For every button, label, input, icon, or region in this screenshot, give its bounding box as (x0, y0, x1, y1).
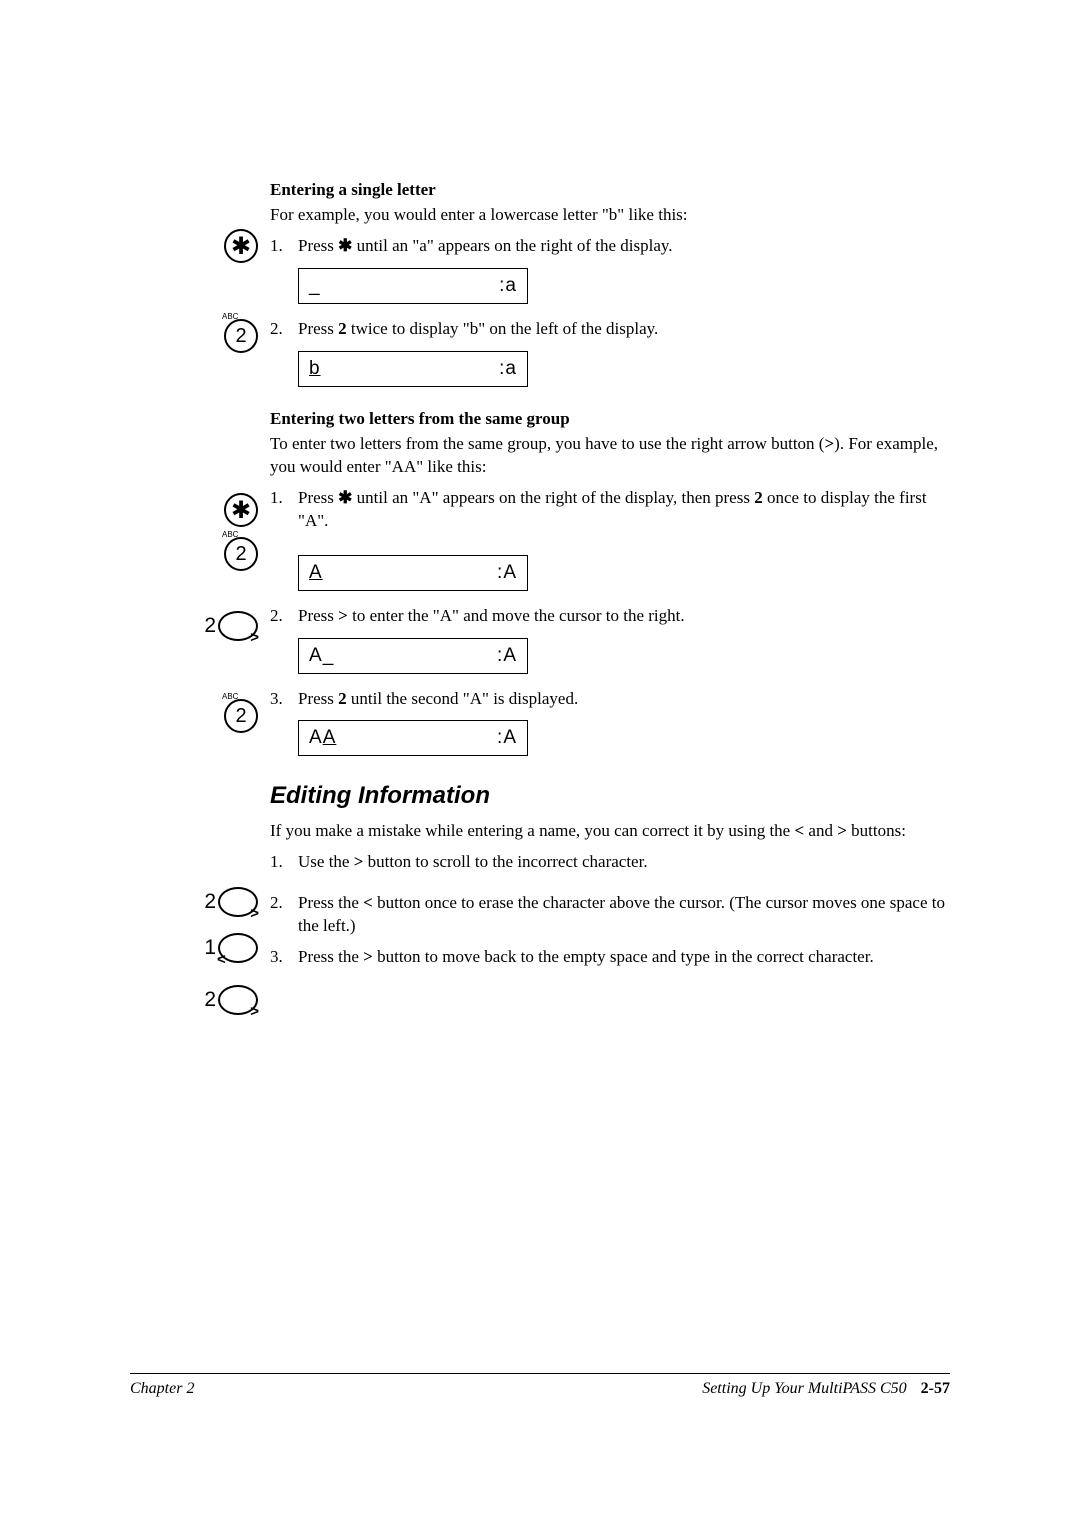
two-key-icon: ABC2 (178, 316, 258, 356)
two-key-icon: ABC2 (178, 696, 258, 736)
step: 2. Press 2 twice to display "b" on the l… (270, 318, 950, 341)
step: 1. Press ✱ until an "a" appears on the r… (270, 235, 950, 258)
two-key-icon: ABC2 (178, 534, 258, 574)
star-key-icon: ✱ (178, 490, 258, 530)
page-footer: Chapter 2 Setting Up Your MultiPASS C502… (130, 1373, 950, 1398)
intro-text: For example, you would enter a lowercase… (270, 204, 950, 227)
star-key-icon: ✱ (178, 226, 258, 266)
lcd-display: A_ :A (298, 638, 528, 674)
step: 2. Press > to enter the "A" and move the… (270, 605, 950, 628)
step: 1. Use the > button to scroll to the inc… (270, 851, 950, 874)
intro-text: If you make a mistake while entering a n… (270, 820, 950, 843)
footer-chapter: Chapter 2 (130, 1380, 194, 1398)
right-arrow-key-icon: 2 > (178, 980, 258, 1020)
step: 3. Press the > button to move back to th… (270, 946, 950, 969)
subsection-heading: Entering two letters from the same group (270, 409, 950, 429)
lcd-display: _ :a (298, 268, 528, 304)
step: 2. Press the < button once to erase the … (270, 892, 950, 938)
left-arrow-key-icon: 1 < (178, 928, 258, 968)
lcd-display: b :a (298, 351, 528, 387)
lcd-display: A :A (298, 555, 528, 591)
subsection-heading: Entering a single letter (270, 180, 950, 200)
section-title: Editing Information (270, 782, 950, 810)
lcd-display: AA :A (298, 720, 528, 756)
right-arrow-key-icon: 2 > (178, 882, 258, 922)
step: 3. Press 2 until the second "A" is displ… (270, 688, 950, 711)
intro-text: To enter two letters from the same group… (270, 433, 950, 479)
footer-title: Setting Up Your MultiPASS C502-57 (702, 1380, 950, 1398)
step: 1. Press ✱ until an "A" appears on the r… (270, 487, 950, 533)
right-arrow-key-icon: 2 > (178, 606, 258, 646)
